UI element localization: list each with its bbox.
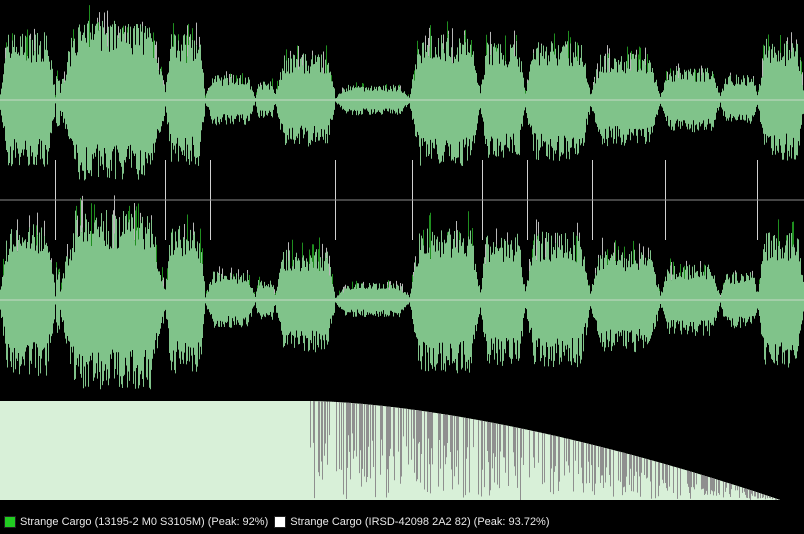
channel-left-waveform bbox=[0, 5, 804, 181]
channel-right-waveform bbox=[0, 195, 804, 390]
waveform-canvas bbox=[0, 5, 804, 500]
legend-item-track-a: Strange Cargo (13195-2 M0 S3105M) (Peak:… bbox=[4, 516, 268, 528]
track-b-swatch bbox=[274, 516, 287, 528]
waveform-comparison-view: Strange Cargo (13195-2 M0 S3105M) (Peak:… bbox=[0, 0, 804, 534]
legend-bar: Strange Cargo (13195-2 M0 S3105M) (Peak:… bbox=[0, 510, 804, 534]
legend-item-track-b: Strange Cargo (IRSD-42098 2A2 82) (Peak:… bbox=[274, 516, 550, 528]
track-a-swatch bbox=[4, 516, 16, 528]
spectrum-difference-graph bbox=[0, 400, 804, 500]
track-b-label: Strange Cargo (IRSD-42098 2A2 82) (Peak:… bbox=[290, 516, 550, 528]
track-a-label: Strange Cargo (13195-2 M0 S3105M) (Peak:… bbox=[20, 516, 269, 528]
